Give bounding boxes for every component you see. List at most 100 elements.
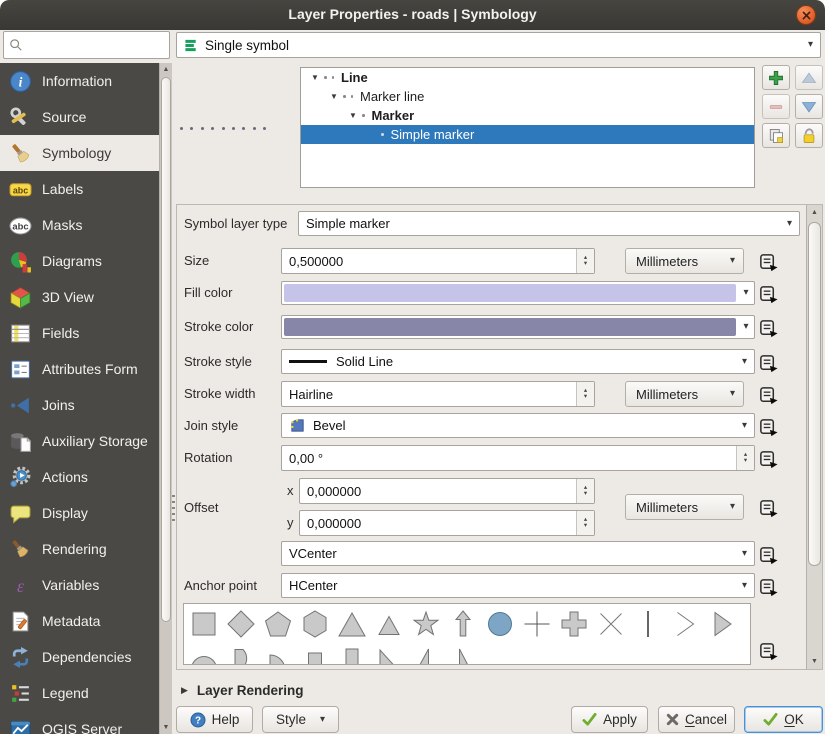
size-input[interactable]: 0,500000 ▴▾ (281, 248, 595, 274)
close-button[interactable] (796, 5, 816, 25)
sidebar-item-qgis-server[interactable]: QGIS Server (0, 711, 159, 734)
spinner-buttons[interactable]: ▴▾ (576, 382, 594, 406)
titlebar[interactable]: Layer Properties - roads | Symbology (0, 0, 825, 30)
shape-semi-circle[interactable] (185, 642, 222, 665)
shape-equilateral-triangle[interactable] (370, 605, 407, 642)
sidebar-item-labels[interactable]: abcLabels (0, 171, 159, 207)
sidebar-item-attributes-form[interactable]: Attributes Form (0, 351, 159, 387)
stroke-width-input[interactable]: Hairline ▴▾ (281, 381, 595, 407)
shape-square[interactable] (185, 605, 222, 642)
cancel-button[interactable]: Cancel (658, 706, 735, 733)
sidebar-item-source[interactable]: Source (0, 99, 159, 135)
stroke-color-button[interactable]: ▾ (281, 315, 755, 339)
sidebar-scrollbar[interactable]: ▲ ▼ (159, 63, 172, 734)
shape-triangle[interactable] (333, 605, 370, 642)
shape-line[interactable] (629, 605, 666, 642)
symbol-layer-type-dropdown[interactable]: Simple marker ▾ (298, 211, 800, 236)
rotation-input[interactable]: 0,00 ° ▴▾ (281, 445, 755, 471)
chevron-down-icon[interactable]: ▾ (738, 316, 754, 338)
shape-cross[interactable] (518, 605, 555, 642)
tree-expander-icon[interactable]: ▼ (309, 73, 321, 82)
shape-override-button[interactable] (755, 639, 781, 663)
sidebar-item-diagrams[interactable]: Diagrams (0, 243, 159, 279)
horizontal-anchor-override-button[interactable] (755, 575, 781, 599)
sidebar-item-metadata[interactable]: Metadata (0, 603, 159, 639)
scroll-up-icon[interactable]: ▲ (160, 63, 172, 76)
help-button[interactable]: ? Help (176, 706, 253, 733)
shape-diagonal-half-square[interactable] (370, 642, 407, 665)
shape-half-square[interactable] (333, 642, 370, 665)
lock-color-button[interactable] (795, 123, 823, 148)
sidebar-item-dependencies[interactable]: Dependencies (0, 639, 159, 675)
shape-diamond[interactable] (222, 605, 259, 642)
rotation-override-button[interactable] (755, 447, 781, 471)
stroke-style-dropdown[interactable]: Solid Line ▾ (281, 349, 755, 374)
shape-pentagon[interactable] (259, 605, 296, 642)
sidebar-item-masks[interactable]: abcMasks (0, 207, 159, 243)
shape-quarter-square[interactable] (296, 642, 333, 665)
scroll-down-icon[interactable]: ▼ (160, 721, 172, 734)
spinner-buttons[interactable]: ▴▾ (736, 446, 754, 470)
ok-button[interactable]: OK (744, 706, 823, 733)
sidebar-item-fields[interactable]: Fields (0, 315, 159, 351)
shape-filled-arrowhead[interactable] (703, 605, 740, 642)
shape-arrow[interactable] (444, 605, 481, 642)
sidebar-item-joins[interactable]: Joins (0, 387, 159, 423)
layer-rendering-section[interactable]: ▶ Layer Rendering (181, 683, 303, 698)
shape-right-half-triangle[interactable] (407, 642, 444, 665)
stroke-style-override-button[interactable] (755, 351, 781, 375)
join-style-override-button[interactable] (755, 415, 781, 439)
tree-item-marker[interactable]: ▼Marker (301, 106, 754, 125)
tree-expander-icon[interactable]: ▼ (328, 92, 340, 101)
offset-override-button[interactable] (755, 496, 781, 520)
sidebar-item-actions[interactable]: Actions (0, 459, 159, 495)
spinner-buttons[interactable]: ▴▾ (576, 249, 594, 273)
chevron-down-icon[interactable]: ▾ (738, 282, 754, 304)
vertical-anchor-override-button[interactable] (755, 543, 781, 567)
offset-y-input[interactable]: 0,000000 ▴▾ (299, 510, 595, 536)
search-input[interactable] (27, 37, 169, 54)
move-layer-up-button[interactable] (795, 65, 823, 90)
shape-quarter-circle[interactable] (259, 642, 296, 665)
sidebar-item-legend[interactable]: Legend (0, 675, 159, 711)
tree-item-simple-marker[interactable]: Simple marker (301, 125, 754, 144)
horizontal-anchor-dropdown[interactable]: HCenter ▾ (281, 573, 755, 598)
join-style-dropdown[interactable]: Bevel ▾ (281, 413, 755, 438)
remove-symbol-layer-button[interactable] (762, 94, 790, 119)
stroke-color-override-button[interactable] (755, 316, 781, 340)
sidebar-item-symbology[interactable]: Symbology (0, 135, 159, 171)
symbol-mode-dropdown[interactable]: Single symbol ▾ (176, 32, 821, 58)
sidebar-item-variables[interactable]: εVariables (0, 567, 159, 603)
offset-x-input[interactable]: 0,000000 ▴▾ (299, 478, 595, 504)
sidebar-item-rendering[interactable]: Rendering (0, 531, 159, 567)
stroke-width-override-button[interactable] (755, 383, 781, 407)
duplicate-layer-button[interactable] (762, 123, 790, 148)
tree-expander-icon[interactable]: ▼ (347, 111, 359, 120)
form-scrollbar[interactable]: ▲ ▼ (806, 205, 822, 669)
scroll-down-icon[interactable]: ▼ (807, 655, 822, 668)
tree-item-line[interactable]: ▼Line (301, 68, 754, 87)
shape-hexagon[interactable] (296, 605, 333, 642)
form-scrollbar-thumb[interactable] (808, 222, 821, 566)
shape-third-circle[interactable] (222, 642, 259, 665)
offset-unit-dropdown[interactable]: Millimeters ▾ (625, 494, 744, 520)
shape-arrowhead[interactable] (666, 605, 703, 642)
shape-cross2[interactable] (592, 605, 629, 642)
fill-color-button[interactable]: ▾ (281, 281, 755, 305)
tree-item-marker-line[interactable]: ▼Marker line (301, 87, 754, 106)
shape-cross-fill[interactable] (555, 605, 592, 642)
size-override-button[interactable] (755, 250, 781, 274)
shape-left-half-triangle[interactable] (444, 642, 481, 665)
sidebar-item-3d-view[interactable]: 3D View (0, 279, 159, 315)
move-layer-down-button[interactable] (795, 94, 823, 119)
vertical-anchor-dropdown[interactable]: VCenter ▾ (281, 541, 755, 566)
sidebar-scrollbar-thumb[interactable] (161, 77, 171, 622)
sidebar-item-auxiliary-storage[interactable]: Auxiliary Storage (0, 423, 159, 459)
style-button[interactable]: Style ▾ (262, 706, 339, 733)
sidebar-item-display[interactable]: Display (0, 495, 159, 531)
splitter-handle[interactable] (172, 495, 175, 525)
spinner-buttons[interactable]: ▴▾ (576, 479, 594, 503)
shape-star[interactable] (407, 605, 444, 642)
add-symbol-layer-button[interactable] (762, 65, 790, 90)
apply-button[interactable]: Apply (571, 706, 648, 733)
